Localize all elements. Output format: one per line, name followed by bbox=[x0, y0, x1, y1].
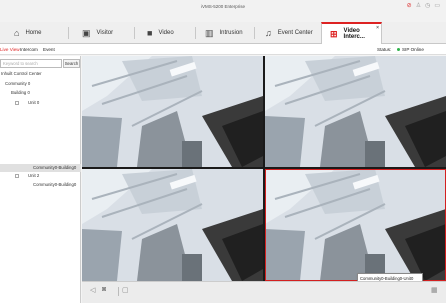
tab-event-center[interactable]: ♫ Event Center bbox=[265, 22, 313, 44]
tree-node[interactable]: Building 0 bbox=[11, 90, 30, 95]
building-icon: ▥ bbox=[205, 27, 214, 38]
home-icon: ⌂ bbox=[14, 28, 20, 38]
user-circle-icon[interactable]: ⊘ bbox=[407, 3, 412, 10]
tree-checkbox[interactable] bbox=[15, 174, 19, 178]
nav-live-view[interactable]: Live View bbox=[0, 47, 20, 52]
tab-divider bbox=[254, 27, 255, 39]
user-icon[interactable]: ♙ bbox=[416, 3, 421, 10]
layout-icon[interactable]: ▦ bbox=[431, 286, 438, 294]
tab-intrusion-label: Intrusion bbox=[219, 30, 243, 36]
nav-intercom[interactable]: Intercom bbox=[20, 47, 38, 52]
live-view-grid bbox=[82, 56, 446, 281]
tab-home-label: Home bbox=[25, 30, 42, 36]
window-icons: ⊘ ♙ ◷ ▭ bbox=[407, 3, 440, 10]
tree-checkbox[interactable] bbox=[15, 101, 19, 105]
app-window: iVMS-5200 Enterprise ⊘ ♙ ◷ ▭ ⌂ Home ▣ Vi… bbox=[0, 0, 446, 303]
capture-icon[interactable]: ◙ bbox=[102, 286, 106, 293]
speaker-icon[interactable]: ◁ bbox=[90, 286, 95, 294]
device-tree-panel: Keyword to search Search Inhuilt Control… bbox=[0, 56, 81, 303]
tab-visitor-label: Visitor bbox=[96, 30, 114, 36]
tab-visitor[interactable]: ▣ Visitor bbox=[82, 22, 113, 44]
nav-event[interactable]: Event bbox=[43, 47, 55, 52]
id-card-icon: ▣ bbox=[82, 27, 91, 38]
tab-event-center-label: Event Center bbox=[277, 30, 313, 36]
camera-icon: ■ bbox=[147, 28, 153, 38]
video-window-selected[interactable] bbox=[265, 169, 446, 281]
tab-divider bbox=[195, 27, 196, 39]
window-title: iVMS-5200 Enterprise bbox=[200, 4, 246, 9]
module-tab-bar: ⌂ Home ▣ Visitor ■ Video ▥ Intrusion ♫ E… bbox=[0, 22, 446, 44]
tree-node-selected[interactable]: Community0-Building0 bbox=[33, 165, 76, 170]
tree-node[interactable]: Unit 2 bbox=[28, 173, 39, 178]
toolbar-divider bbox=[118, 287, 119, 296]
intercom-icon: ⊞ bbox=[330, 28, 338, 39]
title-bar: iVMS-5200 Enterprise ⊘ ♙ ◷ ▭ bbox=[0, 0, 446, 22]
close-icon[interactable]: × bbox=[376, 25, 379, 31]
status-value: SIP Online bbox=[402, 47, 424, 52]
tree-node[interactable]: Unit 0 bbox=[28, 100, 39, 105]
tab-video-label: Video bbox=[158, 30, 174, 36]
tree-node[interactable]: Inhuilt Control Center bbox=[1, 71, 42, 76]
tab-intrusion[interactable]: ▥ Intrusion bbox=[205, 22, 243, 44]
tab-divider bbox=[134, 27, 135, 39]
window-icon[interactable]: ▭ bbox=[434, 3, 440, 10]
bell-icon: ♫ bbox=[265, 28, 272, 38]
status-label: Status: bbox=[377, 47, 392, 52]
video-window[interactable] bbox=[82, 56, 263, 167]
tab-divider bbox=[68, 27, 69, 39]
search-input[interactable]: Keyword to search bbox=[0, 59, 62, 68]
tab-video[interactable]: ■ Video bbox=[147, 22, 174, 44]
tab-video-intercom-label: Video Interc... bbox=[343, 28, 365, 40]
video-window[interactable] bbox=[265, 56, 446, 167]
video-window[interactable] bbox=[82, 169, 263, 281]
sub-navigation: Live View Intercom Event Status: SIP Onl… bbox=[0, 44, 446, 55]
live-view-toolbar: ◁ ◙ ▢ ▦ bbox=[82, 281, 446, 303]
status-indicator bbox=[397, 48, 400, 51]
record-icon[interactable]: ▢ bbox=[122, 286, 129, 294]
tree-node[interactable]: Community 0 bbox=[5, 81, 30, 86]
tree-node[interactable]: Community0-Building0 bbox=[33, 182, 76, 187]
tab-home[interactable]: ⌂ Home bbox=[14, 22, 41, 44]
tab-video-intercom[interactable]: ⊞ Video Interc... × bbox=[321, 22, 382, 44]
clock-icon[interactable]: ◷ bbox=[425, 3, 430, 10]
search-button[interactable]: Search bbox=[63, 59, 80, 68]
